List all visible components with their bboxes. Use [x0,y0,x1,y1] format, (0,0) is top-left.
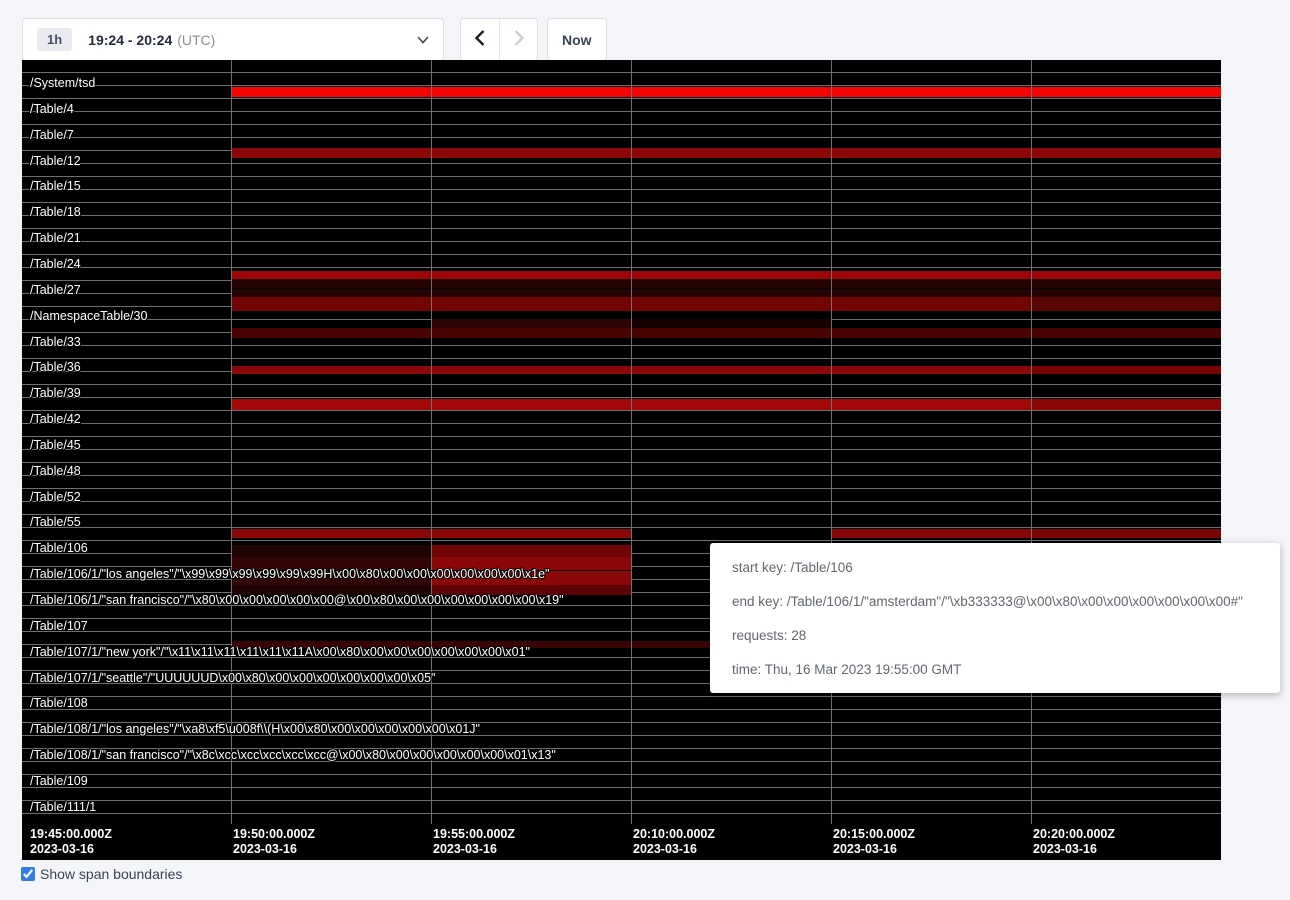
time-range-preset-badge: 1h [37,28,72,51]
tooltip-end-key: end key: /Table/106/1/"amsterdam"/"\xb33… [732,585,1258,619]
span-label: /Table/108/1/"los angeles"/"\xa8\xf5\u00… [30,722,480,736]
span-label: /Table/21 [30,231,81,245]
span-label: /Table/109 [30,774,88,788]
span-label: /Table/27 [30,283,81,297]
time-axis-time: 19:50:00.000Z [233,827,315,842]
heatmap-band [231,148,1221,158]
span-label: /Table/55 [30,515,81,529]
span-label: /Table/48 [30,464,81,478]
span-label: /Table/106/1/"los angeles"/"\x99\x99\x99… [30,567,549,581]
span-label: /Table/12 [30,154,81,168]
time-axis-time: 20:20:00.000Z [1033,827,1115,842]
toolbar: 1h 19:24 - 20:24 (UTC) Now [0,0,1290,60]
time-nav-group [460,18,538,61]
key-visualizer-heatmap[interactable]: /System/tsd/Table/4/Table/7/Table/12/Tab… [22,60,1221,860]
time-axis-date: 2023-03-16 [633,842,715,857]
time-axis-label: 19:45:00.000Z2023-03-16 [30,824,112,860]
time-axis-date: 2023-03-16 [1033,842,1115,857]
span-label: /Table/36 [30,360,81,374]
span-label: /Table/33 [30,335,81,349]
time-range-text: 19:24 - 20:24 [88,32,172,48]
heatmap-band [431,545,631,557]
span-boundary-gridline [231,60,232,824]
span-label: /Table/52 [30,490,81,504]
span-boundary-gridline [1031,60,1032,824]
time-range-timezone: (UTC) [177,32,215,48]
chevron-right-icon [514,30,524,49]
time-axis-label: 20:15:00.000Z2023-03-16 [833,824,915,860]
span-label: /System/tsd [30,76,95,90]
span-label: /Table/107 [30,619,88,633]
time-axis-label: 20:20:00.000Z2023-03-16 [1033,824,1115,860]
footer: Show span boundaries [21,866,182,882]
prev-time-button[interactable] [461,19,499,60]
span-label: /Table/42 [30,412,81,426]
heatmap-band [231,279,1221,288]
heatmap-band [1031,297,1221,311]
time-axis-date: 2023-03-16 [233,842,315,857]
heatmap-band [631,319,831,328]
span-label: /Table/106/1/"san francisco"/"\x80\x00\x… [30,593,564,607]
heatmap-band [231,328,1221,338]
heatmap-band [231,545,431,557]
key-visualizer-page: 1h 19:24 - 20:24 (UTC) Now /System/tsd/T… [0,0,1290,900]
time-axis-date: 2023-03-16 [433,842,515,857]
span-label: /Table/108/1/"san francisco"/"\x8c\xcc\x… [30,748,556,762]
time-axis-time: 20:10:00.000Z [633,827,715,842]
show-span-boundaries-checkbox[interactable] [21,867,35,881]
span-boundary-gridline [631,60,632,824]
tooltip-requests: requests: 28 [732,619,1258,653]
span-label: /NamespaceTable/30 [30,309,147,323]
span-label: /Table/4 [30,102,74,116]
time-axis-time: 19:45:00.000Z [30,827,112,842]
now-button[interactable]: Now [547,18,607,61]
span-boundary-gridline [431,60,432,824]
heatmap-band [231,87,1221,97]
span-label: /Table/45 [30,438,81,452]
tooltip-time: time: Thu, 16 Mar 2023 19:55:00 GMT [732,653,1258,687]
span-label: /Table/106 [30,541,88,555]
span-label: /Table/7 [30,128,74,142]
chevron-left-icon [475,30,485,49]
heatmap-band [831,529,1031,538]
time-range-selector[interactable]: 1h 19:24 - 20:24 (UTC) [22,18,444,61]
span-label: /Table/107/1/"new york"/"\x11\x11\x11\x1… [30,645,530,659]
heatmap-band [1031,366,1221,374]
span-label: /Table/15 [30,179,81,193]
time-axis-time: 20:15:00.000Z [833,827,915,842]
tooltip-start-key: start key: /Table/106 [732,551,1258,585]
span-label: /Table/111/1 [30,800,96,814]
time-axis-label: 19:50:00.000Z2023-03-16 [233,824,315,860]
time-axis-label: 20:10:00.000Z2023-03-16 [633,824,715,860]
time-axis-date: 2023-03-16 [833,842,915,857]
heatmap-band [1031,399,1221,410]
show-span-boundaries-label[interactable]: Show span boundaries [40,866,182,882]
heatmap-band [431,319,631,328]
next-time-button[interactable] [499,19,537,60]
span-label: /Table/18 [30,205,81,219]
time-axis-time: 19:55:00.000Z [433,827,515,842]
heatmap-band [1031,529,1221,538]
chevron-down-icon [417,36,429,44]
heatmap-band [231,289,1221,297]
time-axis-date: 2023-03-16 [30,842,112,857]
heatmap-tooltip: start key: /Table/106 end key: /Table/10… [710,543,1280,693]
span-label: /Table/24 [30,257,81,271]
span-label: /Table/107/1/"seattle"/"UUUUUUD\x00\x80\… [30,671,435,685]
heatmap-rows-canvas [22,60,1221,824]
heatmap-band [231,271,1221,279]
span-label: /Table/39 [30,386,81,400]
span-boundary-gridline [831,60,832,824]
span-label: /Table/108 [30,696,88,710]
time-axis-label: 19:55:00.000Z2023-03-16 [433,824,515,860]
